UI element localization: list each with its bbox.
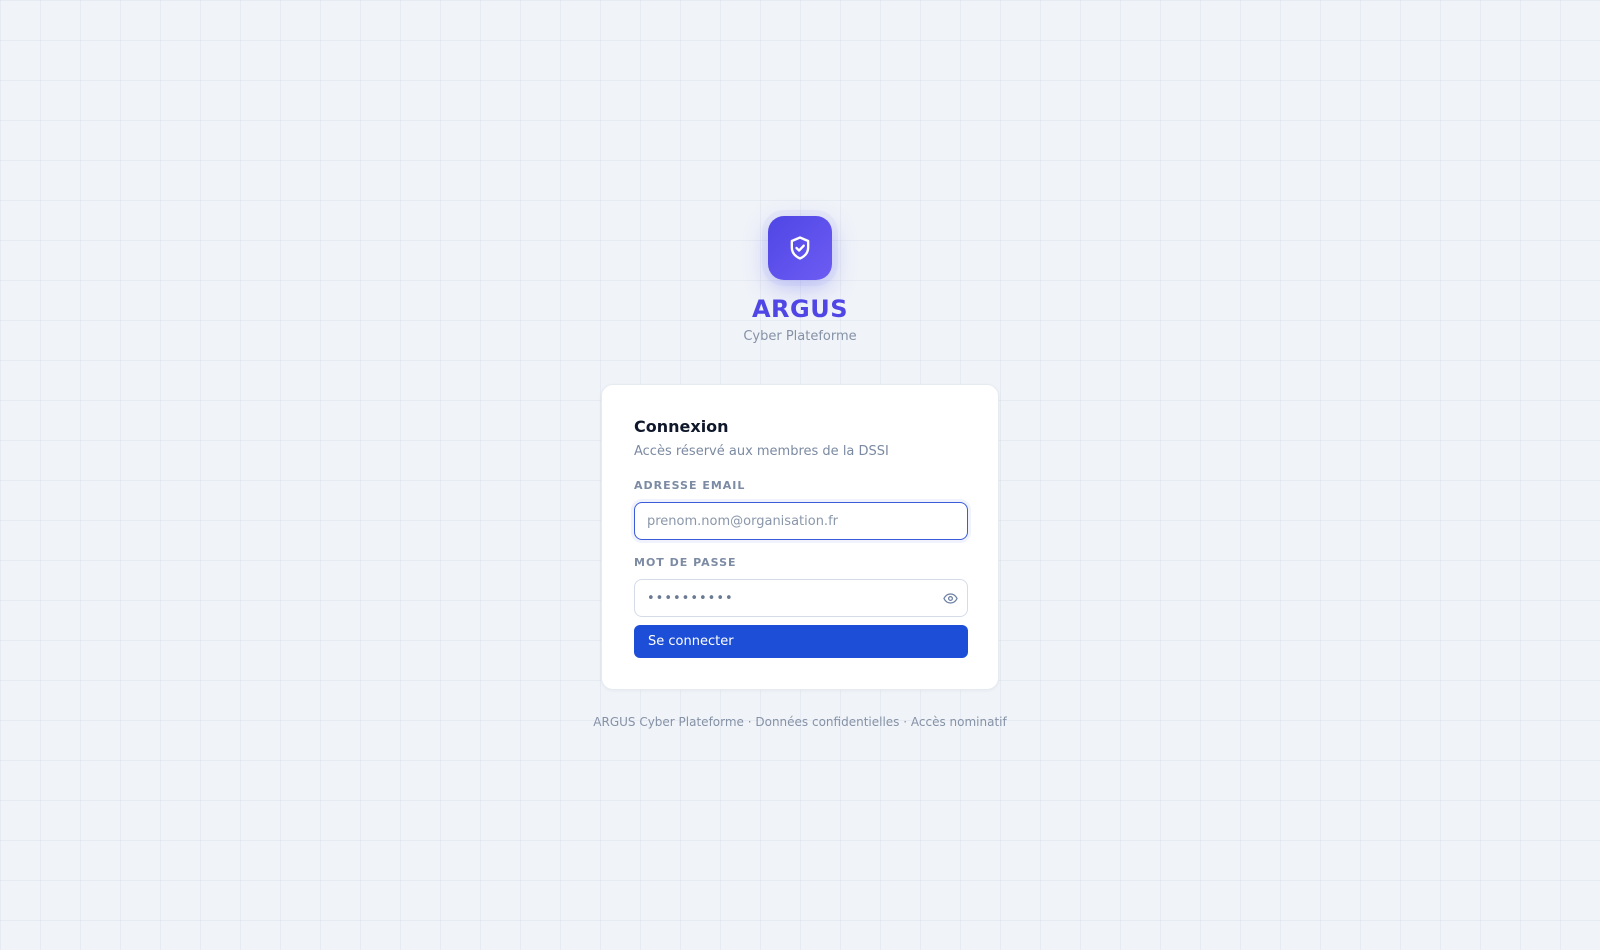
email-input[interactable] <box>634 502 968 540</box>
brand-tagline: Cyber Plateforme <box>743 329 857 344</box>
email-field-wrapper <box>634 502 968 540</box>
password-input[interactable] <box>634 579 968 617</box>
login-card: Connexion Accès réservé aux membres de l… <box>601 384 999 690</box>
password-label: MOT DE PASSE <box>634 556 737 569</box>
login-subtitle: Accès réservé aux membres de la DSSI <box>634 444 889 459</box>
password-field-wrapper <box>634 579 968 617</box>
eye-icon[interactable] <box>942 590 958 606</box>
login-title: Connexion <box>634 417 729 436</box>
brand-name: ARGUS <box>751 295 849 323</box>
email-label: ADRESSE EMAIL <box>634 479 746 492</box>
brand-header: ARGUS Cyber Plateforme <box>0 216 1600 346</box>
footer-text: ARGUS Cyber Plateforme · Données confide… <box>593 715 1007 729</box>
login-submit-button[interactable]: Se connecter <box>634 625 968 658</box>
shield-check-icon <box>768 216 832 280</box>
